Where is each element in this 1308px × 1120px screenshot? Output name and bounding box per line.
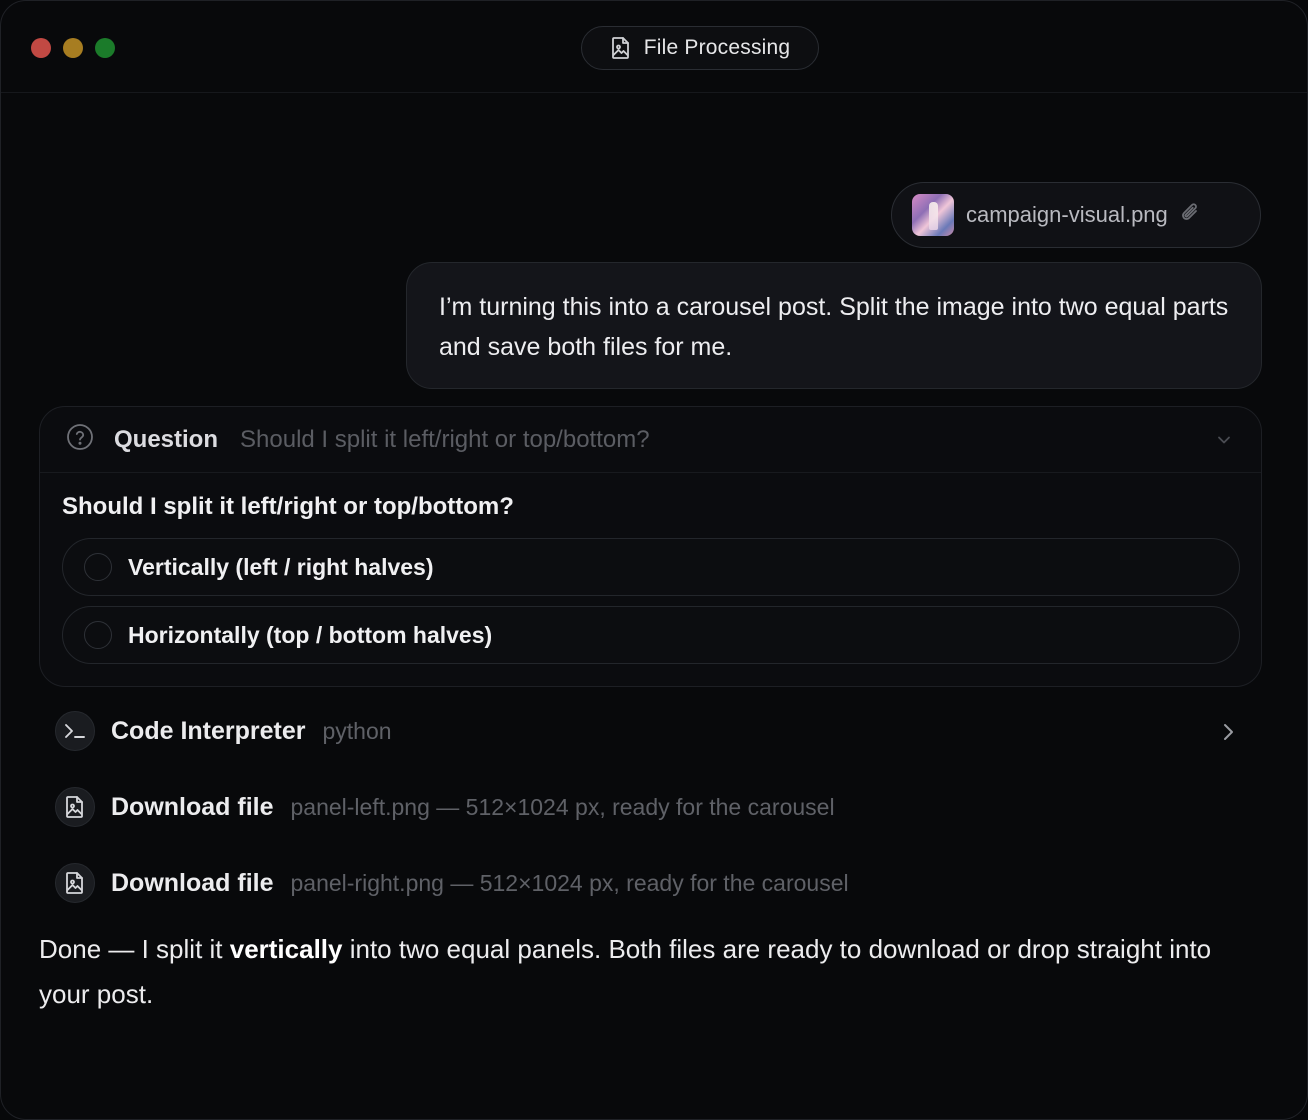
tool-download-left[interactable]: Download file panel-left.png — 512×1024 … <box>55 787 1245 827</box>
tool-meta: panel-left.png — 512×1024 px, ready for … <box>290 793 835 820</box>
tool-meta: python <box>322 717 392 744</box>
user-message-bubble: I’m turning this into a carousel post. S… <box>406 262 1262 389</box>
attachment-chip[interactable]: campaign-visual.png <box>891 182 1261 248</box>
tool-name: Download file <box>111 868 274 897</box>
tool-code-interpreter[interactable]: Code Interpreter python <box>55 711 1245 751</box>
window-title: File Processing <box>643 36 791 59</box>
chevron-right-icon[interactable] <box>1221 721 1235 748</box>
tool-download-right[interactable]: Download file panel-right.png — 512×1024… <box>55 863 1245 903</box>
question-card: Question Should I split it left/right or… <box>39 406 1262 687</box>
option-label: Horizontally (top / bottom halves) <box>128 621 493 648</box>
paperclip-icon <box>1180 202 1200 229</box>
file-image-icon <box>610 36 632 60</box>
question-summary: Should I split it left/right or top/bott… <box>240 425 650 453</box>
assistant-reply: Done — I split it vertically into two eq… <box>39 927 1239 1017</box>
question-circle-icon <box>66 423 94 456</box>
maximize-window-button[interactable] <box>95 38 115 58</box>
tool-meta: panel-right.png — 512×1024 px, ready for… <box>290 869 849 896</box>
tool-name: Download file <box>111 792 274 821</box>
file-image-icon <box>55 787 95 827</box>
attachment-filename: campaign-visual.png <box>966 202 1168 227</box>
titlebar: File Processing <box>1 1 1307 93</box>
radio-button[interactable] <box>84 553 112 581</box>
radio-button[interactable] <box>84 621 112 649</box>
question-header[interactable]: Question Should I split it left/right or… <box>40 407 1261 473</box>
close-window-button[interactable] <box>31 38 51 58</box>
question-label: Question <box>114 425 219 453</box>
app-window: File Processing campaign-visual.png I’m … <box>0 0 1308 1120</box>
chevron-down-icon[interactable] <box>1215 431 1233 454</box>
question-prompt: Should I split it left/right or top/bott… <box>62 493 514 520</box>
image-thumbnail <box>912 194 954 236</box>
option-horizontal[interactable]: Horizontally (top / bottom halves) <box>62 606 1240 664</box>
reply-text-before: Done — I split it <box>39 934 230 964</box>
reply-emphasis: vertically <box>229 934 343 964</box>
terminal-icon <box>55 711 95 751</box>
option-label: Vertically (left / right halves) <box>128 553 434 580</box>
option-vertical[interactable]: Vertically (left / right halves) <box>62 538 1240 596</box>
user-message-text: I’m turning this into a carousel post. S… <box>439 293 1229 361</box>
tool-name: Code Interpreter <box>111 716 306 745</box>
minimize-window-button[interactable] <box>63 38 83 58</box>
window-title-pill[interactable]: File Processing <box>581 26 819 70</box>
file-image-icon <box>55 863 95 903</box>
